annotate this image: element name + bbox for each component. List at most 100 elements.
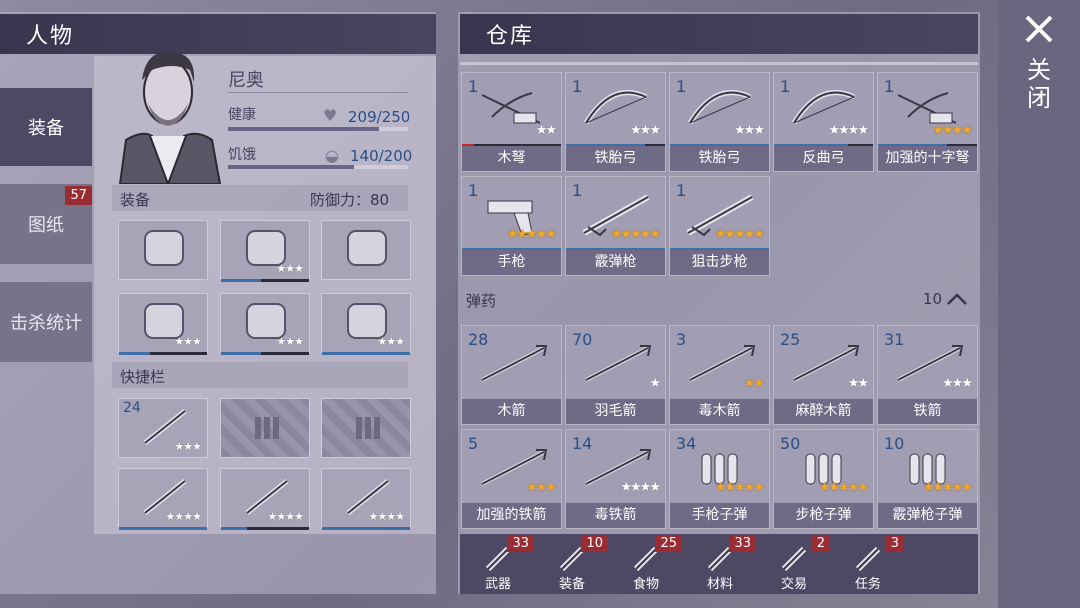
hunger-value: 140/200 [350, 147, 413, 165]
ammo-item[interactable]: 50 ★★★★★ 步枪子弹 [773, 429, 874, 529]
item-label: 霰弹枪 [566, 250, 665, 275]
item-stars: ★★★★ [620, 480, 661, 495]
ammo-section-header[interactable]: 弹药 10 [460, 286, 978, 314]
quickbar-slot[interactable]: 24 ★★★ [118, 398, 208, 458]
close-label[interactable]: 关闭 [1026, 56, 1052, 112]
close-icon[interactable] [1024, 14, 1054, 44]
tab-label: 材料 [706, 577, 733, 592]
item-stars: ★★★★★ [506, 227, 557, 242]
ammo-item[interactable]: 34 ★★★★★ 手枪子弹 [669, 429, 770, 529]
tab-shirt[interactable]: 10 装备 [536, 534, 608, 596]
item-label: 霰弹枪子弹 [878, 503, 977, 528]
tab-badge: 2 [811, 536, 830, 552]
quickbar-slot[interactable] [321, 398, 411, 458]
hunger-bar [228, 165, 408, 169]
axe-icon [346, 479, 390, 515]
durability-bar [119, 527, 207, 530]
tab-key[interactable]: 3 任务 [832, 534, 904, 596]
quickbar-title: 快捷栏 [120, 368, 166, 386]
inventory-screen: 人物 装备 图纸 57 击杀统计 尼奥 健康 ♥ 209/250 饥饿 ◒ 14… [0, 0, 1080, 608]
tab-label: 交易 [780, 577, 807, 592]
item-label: 狙击步枪 [670, 250, 769, 275]
equipment-slot[interactable]: ★★★ [220, 293, 310, 355]
nav-blueprints-label: 图纸 [28, 215, 64, 236]
item-label: 反曲弓 [774, 146, 873, 171]
item-stars: ★★★★★ [610, 227, 661, 242]
close-sidebar[interactable]: 关闭 [998, 0, 1080, 608]
tab-label: 武器 [484, 577, 511, 592]
equipment-slot[interactable]: ★★★ [220, 220, 310, 282]
weapon-item[interactable]: 1 ★★★★ 加强的十字弩 [877, 72, 978, 172]
quickbar-slot[interactable]: ★★★★ [118, 468, 208, 530]
weapon-item[interactable]: 1 ★★★★ 反曲弓 [773, 72, 874, 172]
ammo-item[interactable]: 14 ★★★★ 毒铁箭 [565, 429, 666, 529]
equipment-slot[interactable] [321, 220, 411, 280]
slot-stars: ★★★★ [368, 510, 405, 523]
quickbar-slot[interactable]: ★★★★ [321, 468, 411, 530]
tab-label: 装备 [558, 577, 585, 592]
nav-kill-stats[interactable]: 击杀统计 [0, 282, 92, 362]
item-label: 毒铁箭 [566, 503, 665, 528]
ammo-count: 10 [922, 290, 942, 308]
character-title: 人物 [26, 24, 75, 49]
item-stars: ★★★★ [932, 123, 973, 138]
stomach-icon: ◒ [325, 146, 339, 165]
chevron-up-icon[interactable] [946, 292, 968, 306]
equipment-title: 装备 [120, 191, 151, 209]
weapon-item[interactable]: 1 ★★★ 铁胎弓 [565, 72, 666, 172]
ammo-item[interactable]: 10 ★★★★★ 霰弹枪子弹 [877, 429, 978, 529]
ammo-item[interactable]: 28 木箭 [461, 325, 562, 425]
nav-equipment-label: 装备 [28, 118, 64, 139]
health-bar [228, 127, 408, 131]
shoes-icon [347, 303, 387, 339]
item-stars: ★ [649, 376, 661, 391]
item-label: 铁胎弓 [670, 146, 769, 171]
key-tab-icon [855, 546, 881, 572]
item-stars: ★★★ [942, 376, 973, 391]
weapon-item[interactable]: 1 ★★ 木弩 [461, 72, 562, 172]
item-stars: ★★★ [526, 480, 557, 495]
weapon-item[interactable]: 1 ★★★ 铁胎弓 [669, 72, 770, 172]
item-stars: ★★ [847, 376, 869, 391]
item-label: 手枪子弹 [670, 503, 769, 528]
character-portrait [118, 51, 222, 184]
health-value: 209/250 [348, 108, 411, 126]
durability-bar [119, 352, 207, 355]
slot-stars: ★★★ [276, 262, 304, 275]
equipment-slot[interactable]: ★★★ [118, 293, 208, 355]
item-stars: ★★ [535, 123, 557, 138]
weapon-item[interactable]: 1 ★★★★★ 狙击步枪 [669, 176, 770, 276]
tab-meat[interactable]: 25 食物 [610, 534, 682, 596]
item-stars: ★★★★★ [922, 480, 973, 495]
slot-stars: ★★★ [377, 335, 405, 348]
weapon-item[interactable]: 1 ★★★★★ 霰弹枪 [565, 176, 666, 276]
weapon-item[interactable]: 1 ★★★★★ 手枪 [461, 176, 562, 276]
item-stars: ★★★ [630, 123, 661, 138]
nav-equipment[interactable]: 装备 [0, 88, 92, 166]
durability-bar [322, 527, 410, 530]
header-divider [460, 62, 978, 65]
quickbar-slot[interactable]: ★★★★ [220, 468, 310, 530]
item-stars: ★★★★★ [714, 227, 765, 242]
tab-material[interactable]: 33 材料 [684, 534, 756, 596]
quickbar-slot[interactable] [220, 398, 310, 458]
ammo-item[interactable]: 31 ★★★ 铁箭 [877, 325, 978, 425]
ammo-item[interactable]: 25 ★★ 麻醉木箭 [773, 325, 874, 425]
durability-bar [221, 527, 309, 530]
ammo-item[interactable]: 5 ★★★ 加强的铁箭 [461, 429, 562, 529]
nav-blueprints[interactable]: 图纸 57 [0, 184, 92, 264]
tab-axe[interactable]: 33 武器 [462, 534, 534, 596]
equipment-slot[interactable] [118, 220, 208, 280]
equipment-slot[interactable]: ★★★ [321, 293, 411, 355]
item-stars: ★★★★★ [714, 480, 765, 495]
item-label: 步枪子弹 [774, 503, 873, 528]
item-stars: ★★★★★ [818, 480, 869, 495]
ammo-item[interactable]: 3 ★★ 毒木箭 [669, 325, 770, 425]
ammo-item[interactable]: 70 ★ 羽毛箭 [565, 325, 666, 425]
baton-icon [245, 479, 289, 515]
durability-bar [221, 352, 309, 355]
ammo-title: 弹药 [466, 292, 497, 310]
beanie-icon [144, 230, 184, 266]
item-label: 加强的铁箭 [462, 503, 561, 528]
tab-coin[interactable]: 2 交易 [758, 534, 830, 596]
